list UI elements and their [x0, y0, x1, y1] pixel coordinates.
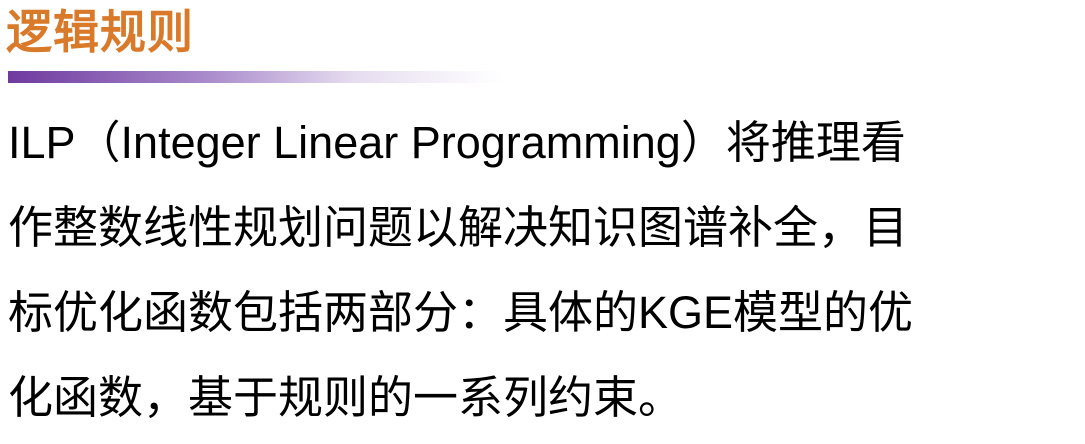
body-line: 作整数线性规划问题以解决知识图谱补全，目	[8, 202, 909, 253]
body-line: 标优化函数包括两部分：具体的KGE模型的优	[8, 287, 914, 338]
slide-title: 逻辑规则	[6, 6, 194, 58]
title-underline-gradient-bar	[8, 71, 503, 83]
slide-body-text: ILP（Integer Linear Programming）将推理看 作整数线…	[8, 100, 1085, 440]
body-line: 化函数，基于规则的一系列约束。	[8, 372, 684, 423]
body-line: ILP（Integer Linear Programming）将推理看	[8, 117, 906, 168]
